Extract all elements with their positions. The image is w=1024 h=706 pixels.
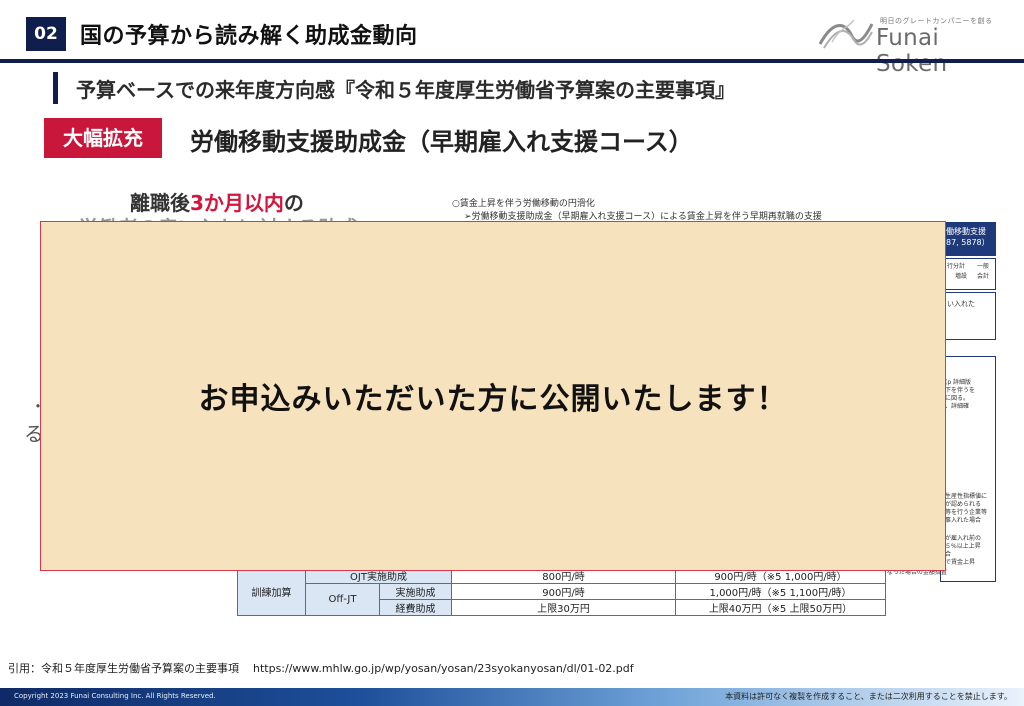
subtitle: 予算ベースでの来年度方向感『令和５年度厚生労働省予算案の主要事項』 <box>76 78 735 102</box>
expansion-badge: 大幅拡充 <box>44 118 162 158</box>
mini-line: 事入れた場合 <box>945 517 982 524</box>
right-note-box: い入れた <box>940 292 996 340</box>
section-number: 02 <box>26 17 66 51</box>
logo-name: Funai Soken <box>876 25 948 77</box>
usage-notice: 本資料は許可なく複製を作成すること、または二次利用することを禁止します。 <box>725 692 1012 701</box>
table-item: 実施助成 <box>379 583 452 600</box>
training-addition-table: 訓練加算 OJT実施助成 800円/時 900円/時（※5 1,000円/時） … <box>237 567 886 616</box>
members-only-overlay: お申込みいただいた方に公開いたします！ <box>40 221 946 571</box>
table-subgroup: Off-JT <box>305 583 380 616</box>
overlay-message: お申込みいただいた方に公開いたします！ <box>198 382 788 417</box>
table-group-label: 訓練加算 <box>237 567 306 616</box>
mini-cell: 行分計 <box>947 263 966 270</box>
mini-note: い入れた <box>947 300 975 308</box>
fine-print-line1: ○賃金上昇を伴う労働移動の円滑化 <box>452 199 595 209</box>
table-current-value: 上限30万円 <box>451 599 676 616</box>
right-box-heading: 働移動支援 87, 5878） <box>940 222 996 256</box>
citation-label: 引用：令和５年度厚生労働省予算案の主要事項 <box>8 662 239 675</box>
mini-cell: 増設 <box>955 273 968 280</box>
citation-link[interactable]: https://www.mhlw.go.jp/wp/yosan/yosan/23… <box>253 662 634 675</box>
mini-line: で賃金上昇 <box>945 559 976 566</box>
table-new-value: 上限40万円（※5 上限50万円） <box>675 599 886 616</box>
main-heading: 労働移動支援助成金（早期雇入れ支援コース） <box>190 128 693 156</box>
wave-logo-icon <box>818 19 874 49</box>
mini-cell: 会計 <box>977 273 990 280</box>
citation: 引用：令和５年度厚生労働省予算案の主要事項 https://www.mhlw.go… <box>8 660 634 676</box>
table-item: 経費助成 <box>379 599 452 616</box>
header-divider <box>0 59 1024 63</box>
table-new-value: 1,000円/時（※5 1,100円/時） <box>675 583 886 600</box>
copyright: Copyright 2023 Funai Consulting Inc. All… <box>14 692 216 700</box>
table-current-value: 900円/時 <box>451 583 676 600</box>
subtitle-accent-bar <box>53 72 58 104</box>
section-title: 国の予算から読み解く助成金動向 <box>80 24 418 49</box>
mini-line: 、詳細確 <box>945 403 970 410</box>
header: 02 国の予算から読み解く助成金動向 明日のグレートカンパニーを創る Funai… <box>0 0 1024 77</box>
table-row: Off-JT 実施助成 900円/時 1,000円/時（※5 1,100円/時） <box>238 583 886 616</box>
company-logo: 明日のグレートカンパニーを創る Funai Soken <box>818 10 1018 77</box>
mini-cell: 一般 <box>977 263 990 270</box>
footer: Copyright 2023 Funai Consulting Inc. All… <box>0 688 1024 706</box>
right-mini-table: 行分計 一般 増設 会計 <box>940 258 996 290</box>
right-detail-box: (p 詳細版 下を伴うを に図る。 、詳細確 生産性指標値に が認められる 等を… <box>881 356 996 582</box>
